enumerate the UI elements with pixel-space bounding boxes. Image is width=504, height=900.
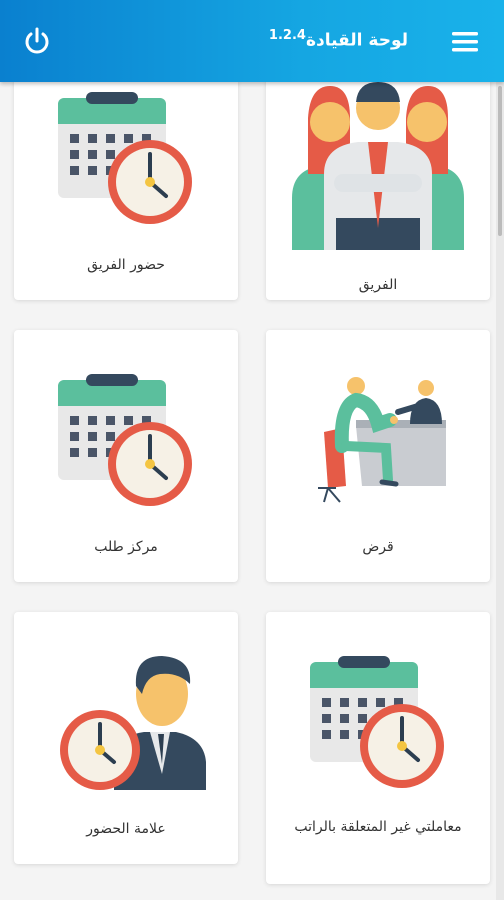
app-header: لوحة القيادة1.2.4 — [0, 0, 504, 82]
calendar-clock-icon — [58, 374, 194, 508]
page-title: لوحة القيادة1.2.4 — [269, 28, 408, 51]
card-loan[interactable]: قرض — [266, 330, 490, 582]
card-label: قرض — [362, 539, 394, 555]
calendar-clock-icon — [58, 92, 194, 226]
card-label: علامة الحضور — [86, 821, 166, 837]
loan-meeting-icon — [318, 377, 446, 503]
card-label: معاملتي غير المتعلقة بالراتب — [294, 819, 462, 835]
scrollbar[interactable] — [496, 82, 504, 900]
card-team[interactable]: الفريق — [266, 78, 490, 300]
version-badge: 1.2.4 — [268, 28, 306, 43]
menu-button[interactable] — [450, 30, 480, 54]
hamburger-menu-icon — [452, 32, 478, 52]
card-attendance-mark[interactable]: علامة الحضور — [14, 612, 238, 864]
card-non-salary-transactions[interactable]: معاملتي غير المتعلقة بالراتب — [266, 612, 490, 884]
card-label: مركز طلب — [94, 539, 158, 555]
scrollbar-thumb[interactable] — [498, 86, 502, 236]
title-text: لوحة القيادة — [305, 30, 408, 51]
power-icon — [25, 27, 49, 54]
card-label: حضور الفريق — [87, 257, 165, 273]
attendance-person-clock-icon — [60, 656, 206, 790]
card-label: الفريق — [358, 277, 398, 293]
power-button[interactable] — [22, 26, 52, 56]
card-team-attendance[interactable]: حضور الفريق — [14, 78, 238, 300]
calendar-clock-icon — [310, 656, 446, 790]
team-icon — [292, 82, 464, 250]
card-request-center[interactable]: مركز طلب — [14, 330, 238, 582]
